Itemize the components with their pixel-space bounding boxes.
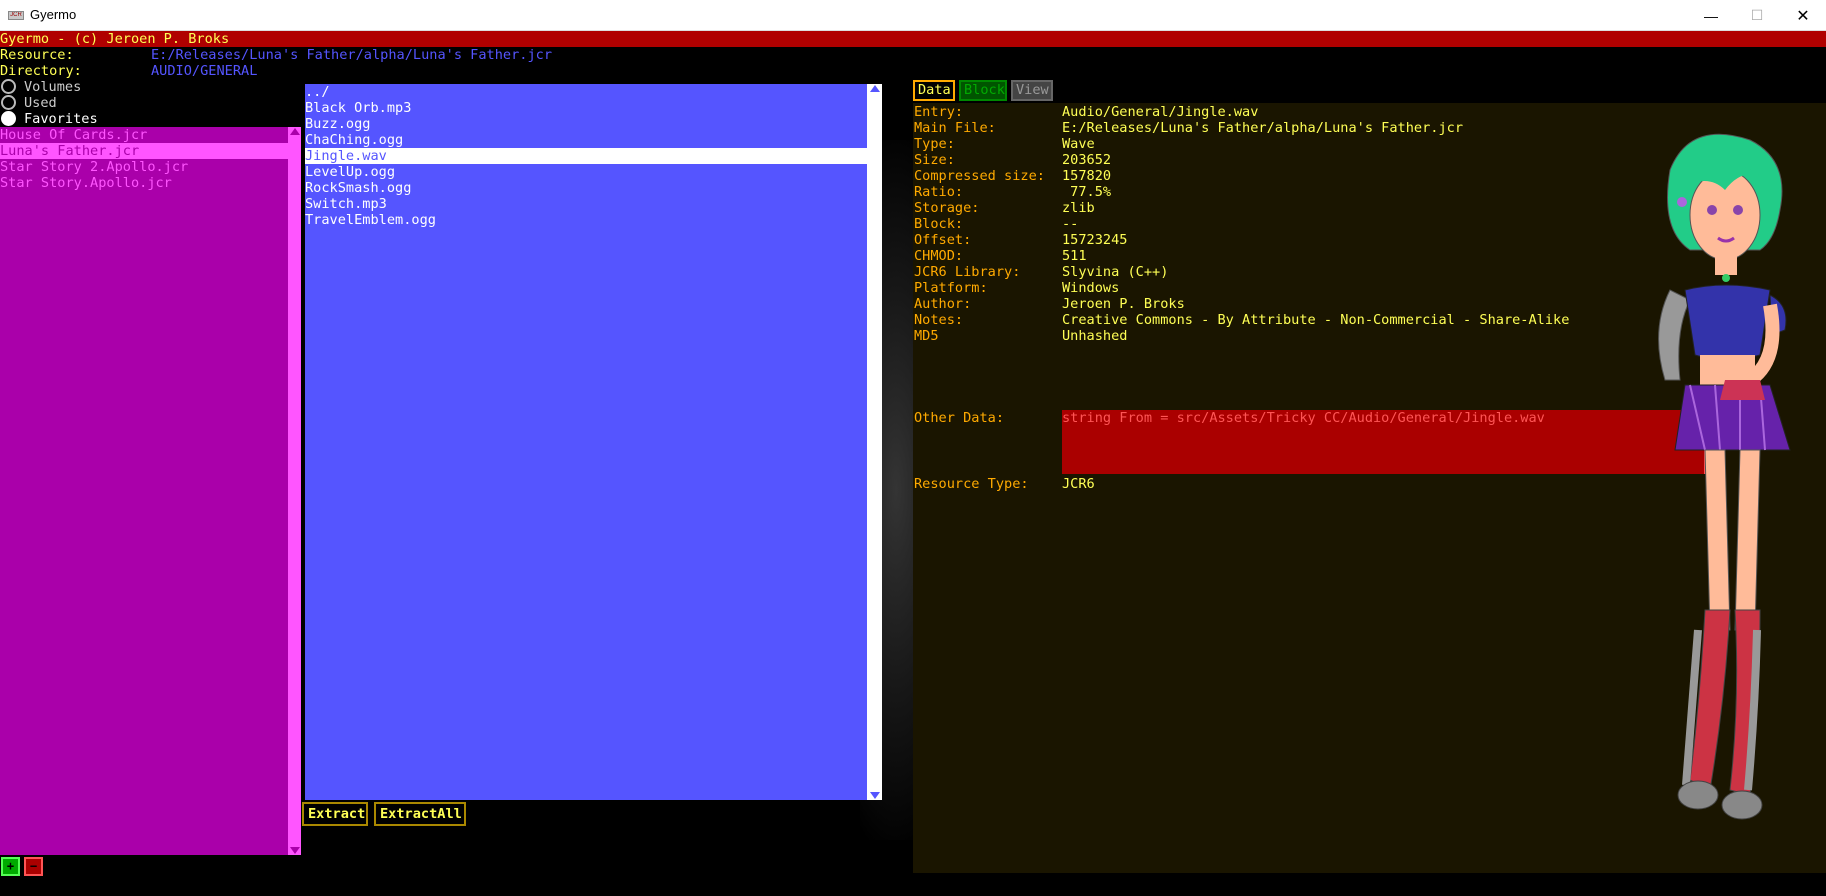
tab-view[interactable]: View — [1011, 80, 1053, 101]
list-item[interactable]: ChaChing.ogg — [305, 132, 867, 148]
list-item[interactable]: TravelEmblem.ogg — [305, 212, 867, 228]
add-favorite-button[interactable]: + — [1, 857, 20, 876]
list-item[interactable]: RockSmash.ogg — [305, 180, 867, 196]
info-label: Notes: — [914, 312, 964, 328]
info-label: Storage: — [914, 200, 980, 216]
list-item[interactable]: Star Story.Apollo.jcr — [0, 175, 288, 191]
info-value: -- — [1062, 216, 1079, 232]
info-value: 157820 — [1062, 168, 1112, 184]
directory-path: AUDIO/GENERAL — [151, 63, 258, 79]
tab-data[interactable]: Data — [913, 80, 955, 101]
info-value: 15723245 — [1062, 232, 1128, 248]
radio-used-label[interactable]: Used — [24, 95, 57, 111]
header-bar — [0, 31, 1826, 47]
radio-favorites[interactable] — [1, 111, 16, 126]
tab-block[interactable]: Block — [959, 80, 1007, 101]
info-value: Creative Commons - By Attribute - Non-Co… — [1062, 312, 1570, 328]
header-title: Gyermo - (c) Jeroen P. Broks — [0, 31, 230, 47]
radio-volumes[interactable] — [1, 79, 16, 94]
info-value: E:/Releases/Luna's Father/alpha/Luna's F… — [1062, 120, 1464, 136]
scroll-down-icon[interactable] — [290, 847, 300, 854]
window-titlebar: JCR Gyermo — ☐ ✕ — [0, 0, 1826, 31]
radio-volumes-label[interactable]: Volumes — [24, 79, 81, 95]
extract-button[interactable]: Extract — [302, 802, 368, 826]
info-label: Author: — [914, 296, 972, 312]
info-label: Offset: — [914, 232, 972, 248]
info-value: 511 — [1062, 248, 1087, 264]
list-item[interactable]: Buzz.ogg — [305, 116, 867, 132]
close-button[interactable]: ✕ — [1780, 0, 1826, 31]
resource-type-value: JCR6 — [1062, 476, 1095, 492]
resource-type-label: Resource Type: — [914, 476, 1029, 492]
minimize-button[interactable]: — — [1688, 0, 1734, 31]
info-label: Size: — [914, 152, 955, 168]
info-value: Windows — [1062, 280, 1120, 296]
list-item[interactable]: ../ — [305, 84, 867, 100]
remove-favorite-button[interactable]: − — [24, 857, 43, 876]
resource-path: E:/Releases/Luna's Father/alpha/Luna's F… — [151, 47, 553, 63]
other-data-label: Other Data: — [914, 410, 1005, 426]
window-title: Gyermo — [30, 7, 77, 22]
info-value: Jeroen P. Broks — [1062, 296, 1185, 312]
radio-favorites-label[interactable]: Favorites — [24, 111, 98, 127]
resource-label: Resource: — [0, 47, 74, 63]
entry-list[interactable]: ../ Black Orb.mp3 Buzz.ogg ChaChing.ogg … — [305, 84, 867, 800]
info-value: zlib — [1062, 200, 1095, 216]
info-value: Audio/General/Jingle.wav — [1062, 104, 1259, 120]
entry-list-scrollbar[interactable] — [867, 84, 882, 800]
resource-list[interactable]: House Of Cards.jcr Luna's Father.jcr Sta… — [0, 127, 288, 855]
info-label: Ratio: — [914, 184, 964, 200]
info-value: Unhashed — [1062, 328, 1128, 344]
app-logo-icon: JCR — [8, 11, 24, 20]
info-label: CHMOD: — [914, 248, 964, 264]
scroll-up-icon[interactable] — [870, 85, 880, 92]
list-item-selected[interactable]: Luna's Father.jcr — [0, 143, 288, 159]
list-item-selected[interactable]: Jingle.wav — [305, 148, 867, 164]
scroll-down-icon[interactable] — [870, 792, 880, 799]
info-value: Slyvina (C++) — [1062, 264, 1169, 280]
scroll-up-icon[interactable] — [290, 128, 300, 135]
character-illustration — [1658, 133, 1791, 820]
resource-list-scrollbar[interactable] — [288, 127, 301, 855]
list-item[interactable]: Switch.mp3 — [305, 196, 867, 212]
info-label: Entry: — [914, 104, 964, 120]
list-item[interactable]: LevelUp.ogg — [305, 164, 867, 180]
list-item[interactable]: House Of Cards.jcr — [0, 127, 288, 143]
directory-label: Directory: — [0, 63, 82, 79]
other-data-value: string From = src/Assets/Tricky CC/Audio… — [1062, 410, 1545, 426]
info-label: Block: — [914, 216, 964, 232]
info-value: 203652 — [1062, 152, 1112, 168]
extract-all-button[interactable]: ExtractAll — [374, 802, 466, 826]
info-value: 77.5% — [1062, 184, 1112, 200]
info-label: Compressed size: — [914, 168, 1045, 184]
info-label: MD5 — [914, 328, 939, 344]
info-value: Wave — [1062, 136, 1095, 152]
info-label: JCR6 Library: — [914, 264, 1021, 280]
maximize-button[interactable]: ☐ — [1734, 0, 1780, 31]
list-item[interactable]: Black Orb.mp3 — [305, 100, 867, 116]
radio-used[interactable] — [1, 95, 16, 110]
list-item[interactable]: Star Story 2.Apollo.jcr — [0, 159, 288, 175]
info-label: Platform: — [914, 280, 988, 296]
info-label: Main File: — [914, 120, 996, 136]
info-label: Type: — [914, 136, 955, 152]
